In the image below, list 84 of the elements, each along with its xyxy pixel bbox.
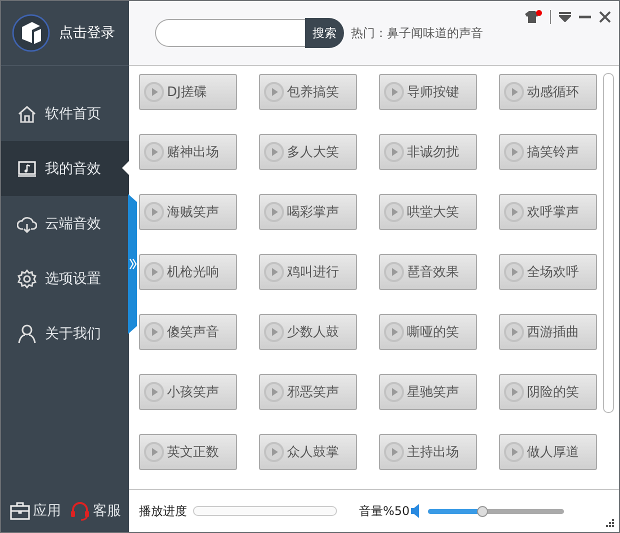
sound-button[interactable]: 阴险的笑	[499, 374, 597, 410]
sound-button[interactable]: 搞笑铃声	[499, 134, 597, 170]
nav-item[interactable]: 选项设置	[1, 251, 129, 306]
play-icon	[504, 262, 524, 282]
logo-icon	[11, 13, 51, 53]
play-icon	[144, 262, 164, 282]
nav-item[interactable]: 云端音效	[1, 196, 129, 251]
sound-button[interactable]: 非诚勿扰	[379, 134, 477, 170]
slider-thumb[interactable]	[477, 506, 488, 516]
sound-button[interactable]: 做人厚道	[499, 434, 597, 470]
play-icon	[144, 322, 164, 342]
briefcase-icon	[9, 500, 31, 522]
sound-button[interactable]: 小孩笑声	[139, 374, 237, 410]
sound-button[interactable]: 海贼笑声	[139, 194, 237, 230]
scrollbar[interactable]	[603, 73, 614, 413]
play-icon	[144, 442, 164, 462]
sound-button[interactable]: 全场欢呼	[499, 254, 597, 290]
progress-label: 播放进度	[139, 502, 187, 520]
play-icon	[384, 442, 404, 462]
sound-button[interactable]: 导师按键	[379, 74, 477, 110]
sound-button[interactable]: 多人大笑	[259, 134, 357, 170]
resize-grip-icon[interactable]	[606, 519, 615, 528]
menu-icon[interactable]	[559, 12, 571, 22]
nav-item[interactable]: 我的音效	[1, 141, 129, 196]
play-icon	[264, 382, 284, 402]
sound-button[interactable]: 动感循环	[499, 74, 597, 110]
sound-button[interactable]: 西游插曲	[499, 314, 597, 350]
play-icon	[264, 82, 284, 102]
sound-button[interactable]: 喝彩掌声	[259, 194, 357, 230]
login-link[interactable]: 点击登录	[59, 24, 115, 42]
gear-icon	[17, 268, 37, 288]
skin-icon[interactable]	[522, 10, 542, 24]
sound-button[interactable]: 众人鼓掌	[259, 434, 357, 470]
play-icon	[504, 82, 524, 102]
sound-button[interactable]: 机枪光响	[139, 254, 237, 290]
play-icon	[504, 442, 524, 462]
play-icon	[144, 82, 164, 102]
play-icon	[144, 202, 164, 222]
search-field[interactable]	[155, 19, 305, 47]
play-icon	[264, 202, 284, 222]
play-icon	[504, 202, 524, 222]
sound-button[interactable]: 鸡叫进行	[259, 254, 357, 290]
play-icon	[264, 142, 284, 162]
play-icon	[384, 202, 404, 222]
sound-button[interactable]: DJ搓碟	[139, 74, 237, 110]
sound-button[interactable]: 星驰笑声	[379, 374, 477, 410]
sound-button[interactable]: 傻笑声音	[139, 314, 237, 350]
person-icon	[17, 324, 37, 344]
play-icon	[384, 82, 404, 102]
play-icon	[264, 322, 284, 342]
hot-search-text: 热门：鼻子闻味道的声音	[351, 24, 483, 42]
play-icon	[384, 382, 404, 402]
nav-item[interactable]: 关于我们	[1, 306, 129, 361]
nav-item[interactable]: 软件首页	[1, 86, 129, 141]
sound-button[interactable]: 邪恶笑声	[259, 374, 357, 410]
play-icon	[504, 322, 524, 342]
monitor-icon	[17, 158, 37, 178]
house-icon	[17, 104, 37, 124]
play-icon	[384, 322, 404, 342]
play-icon	[504, 142, 524, 162]
sound-button[interactable]: 欢呼掌声	[499, 194, 597, 230]
play-icon	[264, 262, 284, 282]
volume-label: 音量%50	[359, 502, 410, 520]
sidebar-link[interactable]: 客服	[69, 500, 121, 522]
play-icon	[384, 142, 404, 162]
play-icon	[264, 442, 284, 462]
play-icon	[144, 382, 164, 402]
close-icon[interactable]	[599, 11, 611, 23]
search-button[interactable]: 搜索	[305, 18, 344, 48]
sound-button[interactable]: 嘶哑的笑	[379, 314, 477, 350]
sound-button[interactable]: 包养搞笑	[259, 74, 357, 110]
sidebar-link[interactable]: 应用	[9, 500, 61, 522]
play-icon	[384, 262, 404, 282]
sound-button[interactable]: 琶音效果	[379, 254, 477, 290]
sound-button[interactable]: 主持出场	[379, 434, 477, 470]
play-icon	[504, 382, 524, 402]
play-icon	[144, 142, 164, 162]
volume-slider[interactable]	[428, 508, 564, 514]
sound-button[interactable]: 哄堂大笑	[379, 194, 477, 230]
sound-button[interactable]: 英文正数	[139, 434, 237, 470]
sound-button[interactable]: 少数人鼓	[259, 314, 357, 350]
headset-icon	[69, 500, 91, 522]
sound-button[interactable]: 赌神出场	[139, 134, 237, 170]
speaker-icon[interactable]	[410, 504, 420, 518]
